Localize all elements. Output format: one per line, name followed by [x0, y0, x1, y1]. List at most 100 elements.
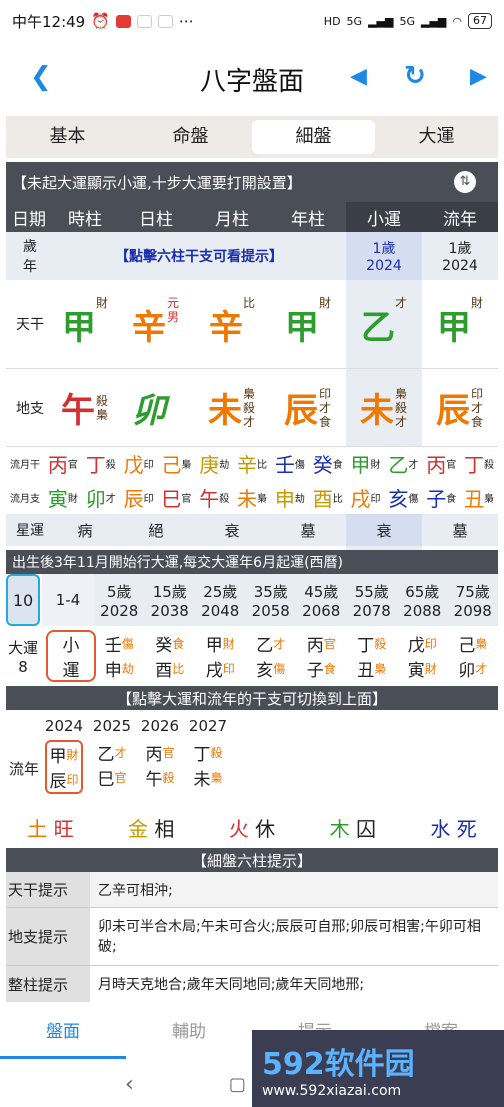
- branch-xiaoyun[interactable]: 未: [360, 383, 394, 432]
- dayun-first[interactable]: 1-4: [42, 574, 94, 626]
- stem-month[interactable]: 辛: [209, 300, 243, 349]
- dayun-age-cell[interactable]: 75歲 2098: [448, 574, 499, 626]
- liuyue-item[interactable]: 己梟: [157, 449, 195, 478]
- liunian-item[interactable]: 2026 丙官午殺: [136, 712, 184, 796]
- swap-icon[interactable]: ⇅: [454, 171, 476, 193]
- liunian-item[interactable]: 2027 丁殺未梟: [184, 712, 232, 796]
- liunian-line: 甲財: [49, 742, 78, 767]
- dayun-pillar-list: 壬傷申劫癸食酉比甲財戌印乙才亥傷丙官子食丁殺丑梟戊印寅財己梟卯才: [94, 628, 498, 684]
- dayun-gan-line: 己梟: [458, 631, 487, 656]
- liunian-item[interactable]: 2024 甲財辰印: [40, 712, 88, 796]
- tab-mingpan[interactable]: 命盤: [129, 116, 252, 158]
- stem-hour[interactable]: 甲: [62, 300, 96, 349]
- liuyue-item[interactable]: 乙才: [384, 449, 422, 478]
- next-icon[interactable]: ▶: [470, 66, 487, 88]
- watermark-logo: 592软件园: [262, 1046, 415, 1082]
- liuyue-char: 未: [237, 486, 258, 511]
- dayun-age-cell[interactable]: 5歲 2028: [94, 574, 145, 626]
- age-label: 歲: [23, 239, 37, 255]
- dayun-gan: 己: [458, 636, 476, 656]
- refresh-icon[interactable]: ↻: [404, 63, 426, 89]
- liuyue-char: 子: [426, 486, 447, 511]
- liuyue-item[interactable]: 丁殺: [460, 449, 498, 478]
- dayun-pillar[interactable]: 丁殺丑梟: [347, 628, 398, 684]
- dayun-pillar[interactable]: 乙才亥傷: [246, 628, 297, 684]
- liunian-pillar[interactable]: 甲財辰印: [45, 740, 83, 794]
- watermark: 592软件园 www.592xiazai.com: [252, 1030, 504, 1107]
- liuyue-item[interactable]: 壬傷: [271, 449, 309, 478]
- liunian-pillar[interactable]: 丙官午殺: [145, 740, 174, 790]
- stem-year[interactable]: 甲: [285, 300, 319, 349]
- dayun-age-cell[interactable]: 65歲 2088: [397, 574, 448, 626]
- dayun-pillar[interactable]: 戊印寅財: [397, 628, 448, 684]
- liuyuegan-list: 丙官丁殺戊印己梟庚劫辛比壬傷癸食甲財乙才丙官丁殺: [44, 449, 498, 478]
- tab-xipan[interactable]: 細盤: [252, 120, 375, 154]
- dayun-gan-note: 印: [424, 637, 437, 651]
- system-back-icon[interactable]: ‹: [125, 1072, 134, 1097]
- liuyue-item[interactable]: 巳官: [157, 483, 195, 512]
- dayun-current[interactable]: 10: [6, 574, 40, 626]
- xiaoyun-button[interactable]: 小 運: [46, 630, 96, 682]
- dayun-age-cell[interactable]: 15歲 2038: [145, 574, 196, 626]
- liuyue-item[interactable]: 未梟: [233, 483, 271, 512]
- dayun-pillar[interactable]: 己梟卯才: [448, 628, 499, 684]
- liuyue-item[interactable]: 子食: [422, 483, 460, 512]
- liuyue-item[interactable]: 辛比: [233, 449, 271, 478]
- dayun-zhi-line: 卯才: [458, 656, 487, 681]
- dayun-age-cell[interactable]: 35歲 2058: [246, 574, 297, 626]
- liuyue-item[interactable]: 午殺: [195, 483, 233, 512]
- col-year: 年柱: [291, 209, 325, 230]
- branch-hour[interactable]: 午: [61, 383, 95, 432]
- liuyue-item[interactable]: 戊印: [120, 449, 158, 478]
- liunian-year: 2024: [44, 717, 84, 735]
- notice-bar: 【未起大運顯示小運,十步大運要打開設置】 ⇅: [6, 162, 498, 202]
- liuyue-item[interactable]: 庚劫: [195, 449, 233, 478]
- dayun-age: 5歲: [106, 582, 132, 601]
- liuyue-item[interactable]: 丁殺: [82, 449, 120, 478]
- liuyue-item[interactable]: 辰印: [120, 483, 158, 512]
- dayun-age-cell[interactable]: 45歲 2068: [296, 574, 347, 626]
- liuyue-char: 癸: [312, 453, 333, 477]
- dayun-zhi-note: 傷: [273, 662, 286, 676]
- dayun-pillar[interactable]: 甲財戌印: [195, 628, 246, 684]
- nav-assist[interactable]: 輔助: [126, 1005, 252, 1059]
- liuyue-item[interactable]: 戌印: [347, 483, 385, 512]
- xiaoyun-year: 2024: [366, 258, 402, 274]
- liuyue-item[interactable]: 丙官: [422, 449, 460, 478]
- liuyue-item[interactable]: 寅財: [44, 483, 82, 512]
- dayun-age-cell[interactable]: 25歲 2048: [195, 574, 246, 626]
- branch-year[interactable]: 辰: [284, 383, 318, 432]
- stem-xiaoyun[interactable]: 乙: [361, 300, 395, 349]
- nav-panel[interactable]: 盤面: [0, 1005, 126, 1059]
- liuyue-item[interactable]: 申劫: [271, 483, 309, 512]
- liuyue-item[interactable]: 癸食: [309, 449, 347, 478]
- branch-liunian[interactable]: 辰: [436, 383, 470, 432]
- liunian-year: 2024: [442, 258, 478, 274]
- liuyue-item[interactable]: 亥傷: [384, 483, 422, 512]
- tab-dayun[interactable]: 大運: [375, 116, 498, 158]
- system-home-icon[interactable]: ▢: [229, 1074, 246, 1095]
- dayun-pillar[interactable]: 丙官子食: [296, 628, 347, 684]
- liuyue-item[interactable]: 甲財: [347, 449, 385, 478]
- prev-icon[interactable]: ◀: [350, 66, 367, 88]
- liuyue-note: 印: [143, 493, 154, 505]
- more-icon: ⋯: [178, 12, 194, 30]
- liunian-pillar[interactable]: 丁殺未梟: [193, 740, 222, 790]
- tab-basic[interactable]: 基本: [6, 116, 129, 158]
- liunian-item[interactable]: 2025 乙才巳官: [88, 712, 136, 796]
- dayun-age-cell[interactable]: 55歲 2078: [347, 574, 398, 626]
- stem-liunian[interactable]: 甲: [437, 300, 471, 349]
- stem-day[interactable]: 辛: [132, 300, 166, 349]
- liuyue-item[interactable]: 丑梟: [460, 483, 498, 512]
- tip-row: 地支提示 卯未可半合木局;午未可合火;辰辰可自邢;卯辰可相害;午卯可相破;: [6, 908, 498, 966]
- liuyue-item[interactable]: 丙官: [44, 449, 82, 478]
- liuyue-item[interactable]: 酉比: [309, 483, 347, 512]
- dayun-pillar[interactable]: 壬傷申劫: [94, 628, 145, 684]
- back-icon[interactable]: ❮: [30, 64, 52, 90]
- liunian-pillar[interactable]: 乙才巳官: [97, 740, 126, 790]
- dayun-pillar[interactable]: 癸食酉比: [145, 628, 196, 684]
- signal-icon: ▂▄▆: [421, 14, 447, 28]
- liuyue-item[interactable]: 卯才: [82, 483, 120, 512]
- branch-month[interactable]: 未: [208, 383, 242, 432]
- branch-day[interactable]: 卯: [132, 383, 166, 432]
